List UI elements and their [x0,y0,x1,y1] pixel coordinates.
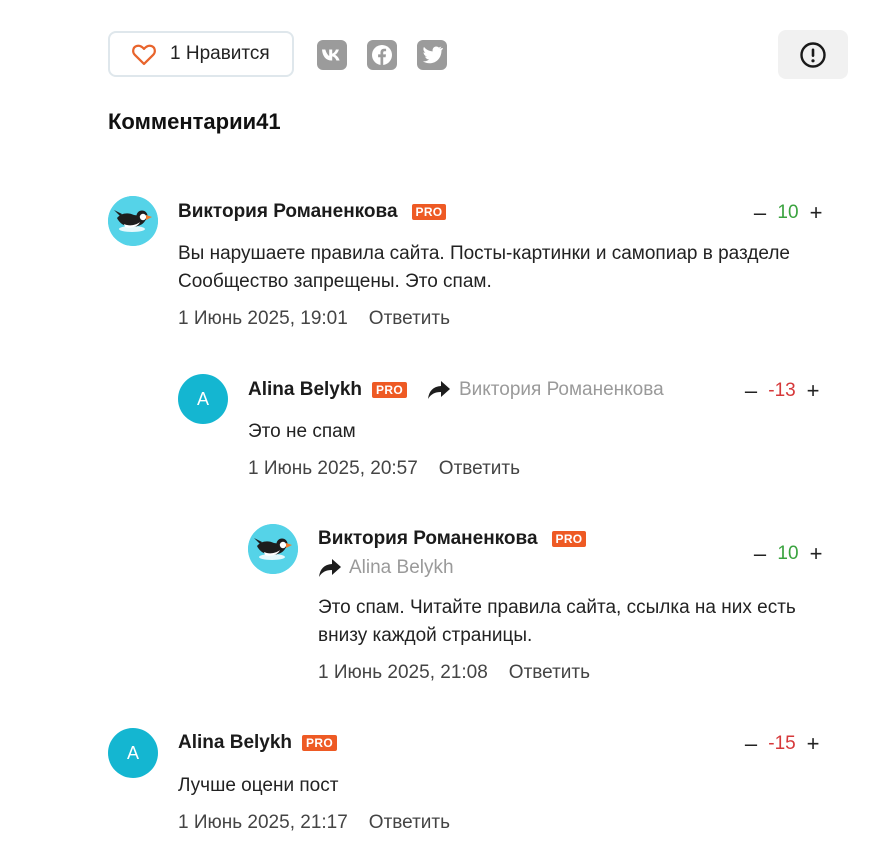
comment-author[interactable]: Alina Belykh [178,732,292,754]
puffin-avatar-icon [248,524,298,574]
vote-score: -15 [768,733,796,754]
vote-down-button[interactable]: – [743,380,759,402]
comment-text: Это спам. Читайте правила сайта, ссылка … [318,597,796,646]
vote-score: -13 [768,380,796,401]
reply-link[interactable]: Ответить [509,662,590,684]
comment-date: 1 Июнь 2025, 21:17 [178,812,348,833]
avatar[interactable] [248,524,298,574]
vote-widget: – -15 + [743,733,821,755]
pro-badge: PRO [551,531,587,547]
reply-link[interactable]: Ответить [439,458,520,480]
vote-up-button[interactable]: + [808,543,824,565]
avatar[interactable] [108,196,158,246]
share-vk-button[interactable] [317,40,347,70]
puffin-avatar-icon [108,196,158,246]
comments-title: Комментарии41 [108,109,281,134]
facebook-icon [372,45,392,65]
pro-badge: PRO [411,204,447,220]
vote-widget: – -13 + [743,380,821,402]
reply-arrow-icon [427,381,450,399]
vote-widget: – 10 + [752,202,824,224]
comment-author[interactable]: Alina Belykh [248,379,362,401]
like-label: 1 Нравится [170,43,270,64]
reply-to-author[interactable]: Виктория Романенкова [459,379,664,401]
reply-to-author[interactable]: Alina Belykh [349,557,454,579]
avatar-letter: A [126,742,139,763]
comment-author[interactable]: Виктория Романенкова [318,528,538,550]
comment-text: Это не спам [248,421,356,442]
twitter-icon [422,46,443,64]
share-twitter-button[interactable] [417,40,447,70]
reply-link[interactable]: Ответить [369,812,450,834]
vote-score: 10 [777,543,799,564]
vote-down-button[interactable]: – [752,202,768,224]
comment-date: 1 Июнь 2025, 21:08 [318,662,488,683]
comment-date: 1 Июнь 2025, 19:01 [178,308,348,329]
pro-badge: PRO [372,382,407,398]
report-button[interactable] [778,30,848,79]
vote-up-button[interactable]: + [805,380,821,402]
vote-widget: – 10 + [752,543,824,565]
avatar-letter: A [196,388,209,409]
comment-text: Лучше оцени пост [178,775,339,796]
comment-author[interactable]: Виктория Романенкова [178,201,398,223]
vote-down-button[interactable]: – [752,543,768,565]
like-button[interactable]: 1 Нравится [108,31,294,77]
heart-icon [132,44,156,66]
avatar[interactable]: A [178,374,228,424]
reply-link[interactable]: Ответить [369,308,450,330]
share-facebook-button[interactable] [367,40,397,70]
reply-arrow-icon [319,559,341,577]
avatar[interactable]: A [108,728,158,778]
comment-date: 1 Июнь 2025, 20:57 [248,458,418,479]
vote-up-button[interactable]: + [805,733,821,755]
pro-badge: PRO [302,735,337,751]
vote-down-button[interactable]: – [743,733,759,755]
exclamation-circle-icon [800,41,826,68]
vote-score: 10 [777,202,799,223]
vk-icon [322,49,340,61]
comment-text: Вы нарушаете правила сайта. Посты-картин… [178,243,790,292]
vote-up-button[interactable]: + [808,202,824,224]
